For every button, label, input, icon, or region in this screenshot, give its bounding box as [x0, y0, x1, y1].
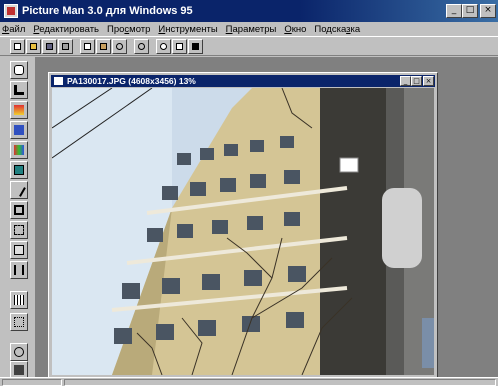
image-minimize-button[interactable]: _: [400, 76, 411, 86]
title-bar: Picture Man 3.0 для Windows 95 _ □ ×: [0, 0, 498, 22]
menu-tools[interactable]: Инструменты: [158, 24, 217, 35]
copy-icon[interactable]: [80, 38, 95, 54]
status-pane-2: [64, 379, 496, 386]
fit-window-icon[interactable]: [188, 38, 203, 54]
menu-view[interactable]: Просмотр: [107, 24, 150, 35]
status-bar: [0, 377, 498, 386]
transform-icon[interactable]: [10, 221, 28, 239]
rotate-icon[interactable]: [10, 343, 28, 361]
magic-wand-icon[interactable]: [10, 181, 28, 199]
actual-size-icon[interactable]: [172, 38, 187, 54]
monitor-icon[interactable]: [10, 161, 28, 179]
image-window: PA130017.JPG (4608x3456) 13% _ □ ×: [48, 72, 438, 378]
app-icon[interactable]: [4, 4, 18, 18]
image-maximize-button[interactable]: □: [411, 76, 422, 86]
image-window-title: PA130017.JPG (4608x3456) 13%: [67, 76, 196, 86]
tool-palette: [0, 57, 36, 379]
menu-bar: Файл Редактировать Просмотр Инструменты …: [0, 22, 498, 36]
menu-help[interactable]: Подсказка: [314, 24, 360, 35]
minimize-button[interactable]: _: [446, 4, 462, 18]
selection-icon[interactable]: [10, 313, 28, 331]
image-window-titlebar: PA130017.JPG (4608x3456) 13% _ □ ×: [51, 75, 435, 87]
maximize-button[interactable]: □: [462, 4, 478, 18]
resize-icon[interactable]: [10, 241, 28, 259]
eraser-icon[interactable]: [10, 61, 28, 79]
window-title: Picture Man 3.0 для Windows 95: [22, 5, 193, 17]
menu-options[interactable]: Параметры: [226, 24, 277, 35]
pencil-icon[interactable]: [10, 121, 28, 139]
building-photo: [52, 88, 434, 375]
document-icon: [54, 77, 63, 85]
redo-icon[interactable]: [134, 38, 149, 54]
status-pane-1: [2, 379, 62, 386]
menu-file[interactable]: Файл: [2, 24, 25, 35]
color-fill-icon[interactable]: [10, 101, 28, 119]
save-icon[interactable]: [42, 38, 57, 54]
zoom-icon[interactable]: [156, 38, 171, 54]
print-icon[interactable]: [58, 38, 73, 54]
image-close-button[interactable]: ×: [423, 76, 434, 86]
menu-edit[interactable]: Редактировать: [33, 24, 99, 35]
photo-canvas[interactable]: [52, 88, 434, 375]
crop-icon[interactable]: [10, 201, 28, 219]
undo-icon[interactable]: [112, 38, 127, 54]
paste-icon[interactable]: [96, 38, 111, 54]
palette-icon[interactable]: [10, 141, 28, 159]
toolbar: [0, 36, 498, 56]
grid-icon[interactable]: [10, 291, 28, 309]
close-button[interactable]: ×: [480, 4, 496, 18]
flip-icon[interactable]: [10, 261, 28, 279]
brush-icon[interactable]: [10, 81, 28, 99]
open-icon[interactable]: [26, 38, 41, 54]
new-icon[interactable]: [10, 38, 25, 54]
menu-window[interactable]: Окно: [284, 24, 306, 35]
